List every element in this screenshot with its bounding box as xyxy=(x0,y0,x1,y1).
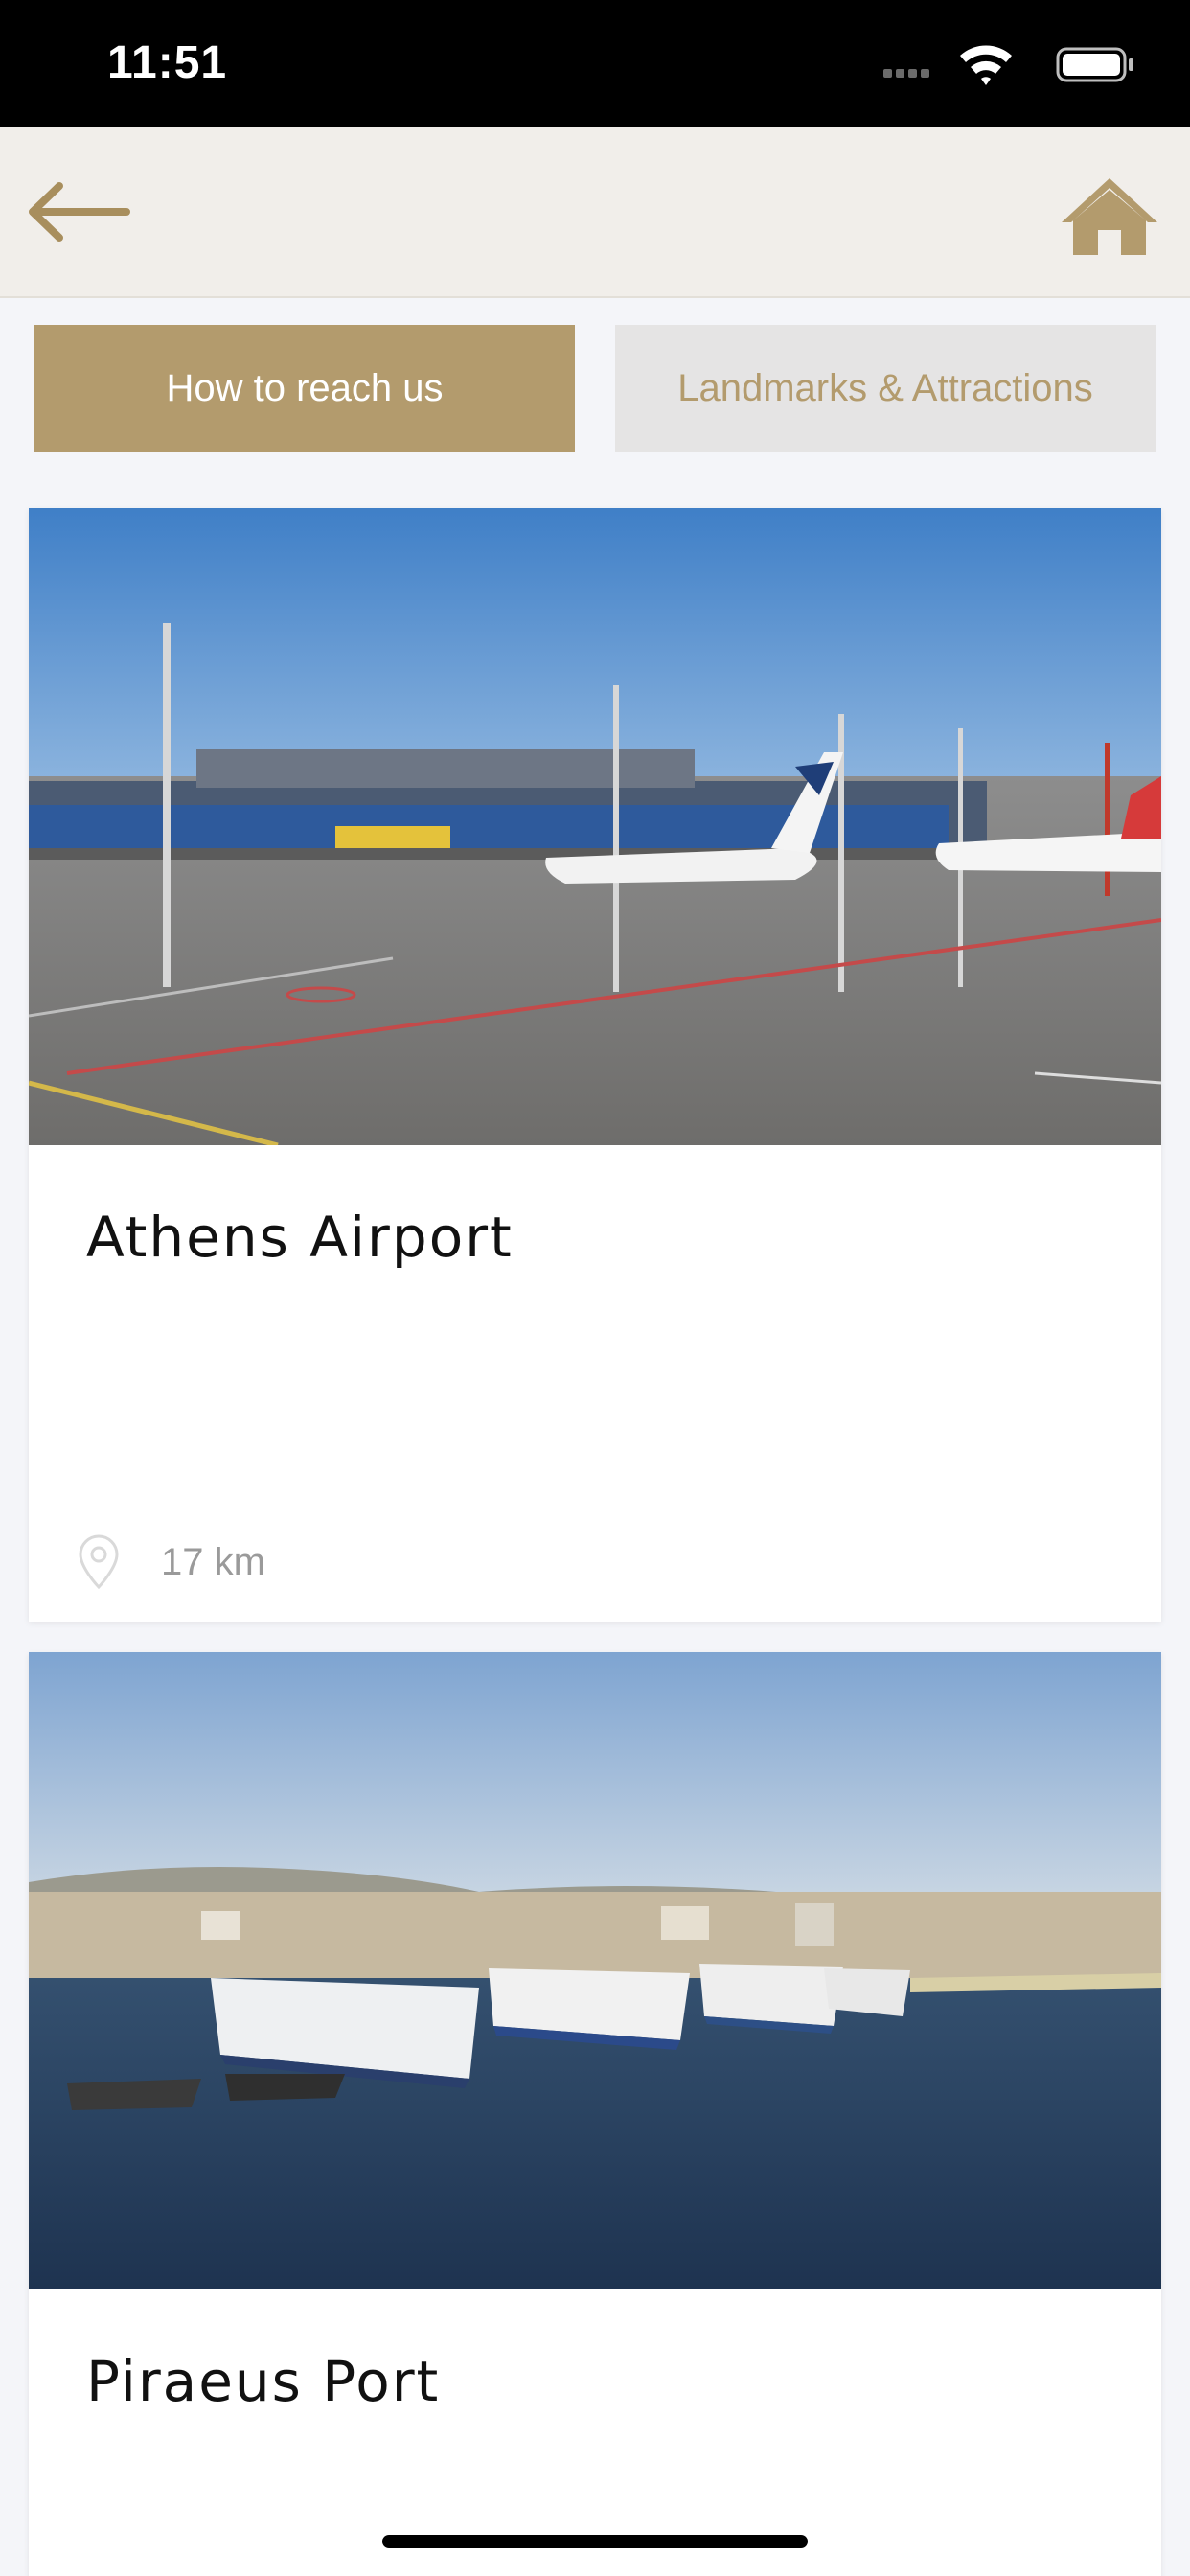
port-photo xyxy=(29,1652,1161,2289)
card-title: Athens Airport xyxy=(86,1205,514,1270)
tab-how-to-reach-us[interactable]: How to reach us xyxy=(34,325,575,452)
location-card[interactable]: Athens Airport 17 km xyxy=(29,508,1161,1622)
status-time: 11:51 xyxy=(107,37,228,88)
nav-bar xyxy=(0,126,1190,298)
back-arrow-icon xyxy=(29,182,130,242)
status-icons xyxy=(883,45,1133,85)
card-distance: 17 km xyxy=(161,1540,265,1583)
wifi-icon xyxy=(960,45,1012,85)
location-card[interactable]: Piraeus Port xyxy=(29,1652,1161,2576)
distance-row: 17 km xyxy=(75,1533,265,1591)
status-bar: 11:51 xyxy=(0,0,1190,126)
airport-photo xyxy=(29,508,1161,1145)
location-pin-icon xyxy=(79,1534,119,1590)
back-button[interactable] xyxy=(21,172,136,251)
battery-icon xyxy=(1056,47,1133,82)
signal-icon xyxy=(883,69,929,78)
home-icon xyxy=(1062,178,1157,255)
card-title: Piraeus Port xyxy=(86,2349,441,2414)
home-indicator[interactable] xyxy=(382,2535,808,2548)
home-button[interactable] xyxy=(1056,171,1163,263)
tab-landmarks-attractions[interactable]: Landmarks & Attractions xyxy=(615,325,1156,452)
